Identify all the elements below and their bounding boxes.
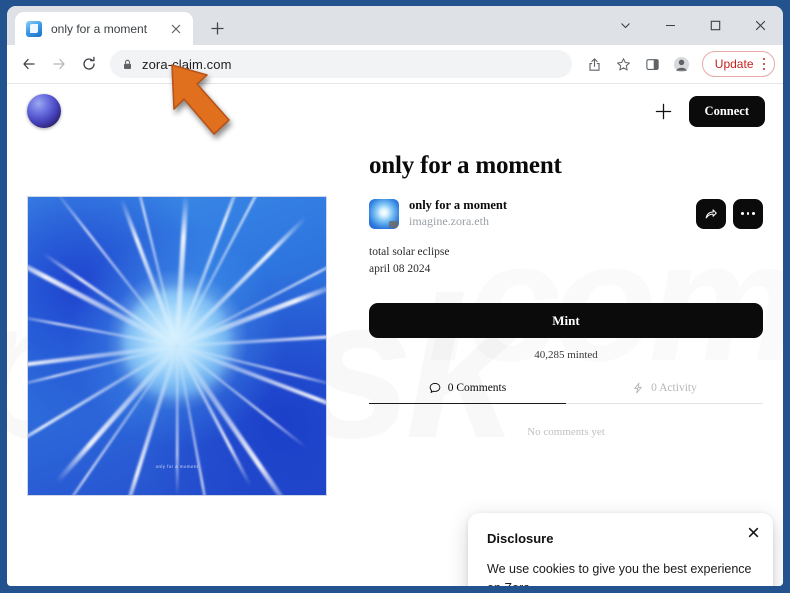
- window-close-icon[interactable]: [738, 9, 783, 42]
- description-line-2: april 08 2024: [369, 262, 431, 275]
- page-content: only for a moment only for a moment only…: [7, 138, 783, 496]
- tab-title: only for a moment: [51, 21, 148, 36]
- new-tab-button[interactable]: [203, 14, 231, 42]
- forward-arrow-icon[interactable]: [45, 50, 73, 78]
- content-tabs: 0 Comments 0 Activity: [369, 382, 763, 405]
- comment-bubble-icon: [429, 382, 441, 394]
- artwork-ray: [176, 346, 178, 495]
- address-bar[interactable]: zora-claim.com: [110, 50, 572, 78]
- creator-actions: [696, 198, 763, 229]
- kebab-menu-icon[interactable]: [758, 57, 771, 71]
- creator-text: only for a moment imagine.zora.eth: [409, 198, 686, 229]
- creator-handle[interactable]: imagine.zora.eth: [409, 214, 686, 229]
- lock-icon: [122, 59, 133, 70]
- minimize-icon[interactable]: [648, 9, 693, 42]
- back-arrow-icon[interactable]: [15, 50, 43, 78]
- window-controls: [603, 6, 783, 45]
- browser-tab[interactable]: only for a moment: [15, 12, 193, 45]
- site-header-actions: Connect: [653, 95, 765, 127]
- update-button[interactable]: Update: [701, 51, 775, 77]
- zora-logo-icon[interactable]: [27, 94, 61, 128]
- star-icon[interactable]: [610, 50, 638, 78]
- update-label: Update: [714, 57, 754, 71]
- disclosure-title: Disclosure: [487, 531, 554, 546]
- detail-column: only for a moment only for a moment imag…: [369, 138, 763, 496]
- tab-comments-label: 0 Comments: [447, 382, 507, 395]
- tab-close-icon[interactable]: [167, 20, 185, 38]
- browser-toolbar: zora-claim.com Update: [7, 45, 783, 84]
- artwork-column: only for a moment: [27, 138, 327, 496]
- profile-avatar-icon[interactable]: [668, 50, 696, 78]
- browser-window-content: only for a moment zora-claim.com Update …: [7, 6, 783, 586]
- piece-description: total solar eclipse april 08 2024: [369, 244, 763, 277]
- page-title: only for a moment: [369, 152, 562, 179]
- artwork-ray: [175, 216, 308, 348]
- web-page: pcrisk .com Connect only for a moment on…: [7, 84, 783, 586]
- tab-comments[interactable]: 0 Comments: [369, 382, 566, 405]
- chevron-down-icon[interactable]: [603, 9, 648, 42]
- maximize-icon[interactable]: [693, 9, 738, 42]
- reload-icon[interactable]: [75, 50, 103, 78]
- creator-name[interactable]: only for a moment: [409, 198, 686, 213]
- tab-activity[interactable]: 0 Activity: [566, 382, 763, 405]
- creator-avatar[interactable]: [369, 198, 399, 229]
- side-panel-icon[interactable]: [639, 50, 667, 78]
- comments-empty-state: No comments yet: [527, 426, 605, 439]
- artwork-ray: [55, 344, 179, 484]
- site-header: Connect: [7, 84, 783, 138]
- share-icon[interactable]: [581, 50, 609, 78]
- address-bar-url: zora-claim.com: [142, 56, 232, 72]
- zora-favicon-icon: [26, 20, 42, 37]
- browser-window: only for a moment zora-claim.com Update …: [0, 0, 790, 593]
- creator-row: only for a moment imagine.zora.eth: [369, 198, 763, 229]
- minted-count: 40,285 minted: [534, 349, 598, 362]
- connect-wallet-button[interactable]: Connect: [688, 95, 765, 127]
- more-options-button[interactable]: [733, 198, 763, 229]
- tab-activity-label: 0 Activity: [651, 382, 697, 395]
- cookie-disclosure-dialog: Disclosure We use cookies to give you th…: [468, 513, 773, 586]
- disclosure-close-icon[interactable]: [745, 524, 761, 540]
- create-plus-icon[interactable]: [653, 100, 675, 122]
- share-arrow-button[interactable]: [696, 198, 726, 229]
- description-line-1: total solar eclipse: [369, 246, 450, 258]
- mint-button[interactable]: Mint: [369, 303, 763, 339]
- more-dots-icon: [741, 212, 755, 215]
- disclosure-body: We use cookies to give you the best expe…: [487, 562, 752, 586]
- artwork-image[interactable]: only for a moment: [27, 196, 327, 496]
- lightning-bolt-icon: [632, 382, 644, 394]
- toolbar-actions: Update: [581, 50, 775, 78]
- tab-strip: only for a moment: [7, 6, 783, 45]
